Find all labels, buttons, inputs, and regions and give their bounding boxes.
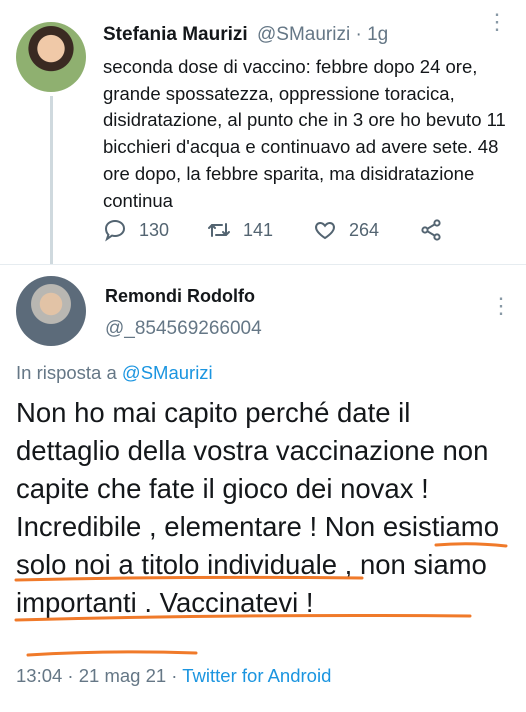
reply-button[interactable]: 130	[103, 218, 169, 242]
tweet-divider	[0, 264, 526, 265]
like-count: 264	[349, 219, 380, 240]
like-button[interactable]: 264	[313, 218, 379, 242]
tweet-time[interactable]: 1g	[367, 24, 388, 45]
retweet-icon	[208, 223, 230, 237]
thread-connector-line	[50, 96, 53, 264]
retweet-button[interactable]: 141	[207, 218, 273, 242]
tweet-timestamp-line: 13:04 · 21 mag 21 · Twitter for Android	[16, 665, 331, 687]
author-handle[interactable]: @_854569266004	[105, 318, 262, 340]
author-name[interactable]: Stefania Maurizi	[103, 24, 248, 46]
author-handle[interactable]: @SMaurizi	[257, 24, 350, 45]
reply-mention-link[interactable]: @SMaurizi	[122, 362, 213, 383]
reply-icon	[104, 219, 126, 242]
reply-count: 130	[139, 219, 170, 240]
share-icon	[421, 219, 441, 241]
client-app-link[interactable]: Twitter for Android	[182, 665, 331, 686]
author-name[interactable]: Remondi Rodolfo	[105, 286, 255, 307]
more-options-icon[interactable]: ⋮	[490, 295, 512, 317]
author-meta: @SMaurizi · 1g	[257, 24, 388, 46]
reply-prefix: In risposta a	[16, 362, 117, 383]
meta-separator: ·	[355, 24, 362, 45]
tweet-text: Non ho mai capito perché date il dettagl…	[16, 397, 500, 618]
retweet-count: 141	[243, 219, 274, 240]
reply-context: In risposta a @SMaurizi	[16, 362, 213, 384]
share-button[interactable]	[419, 218, 455, 242]
heart-icon	[315, 221, 335, 240]
tweet-actions: 130 141 264	[103, 218, 503, 246]
tweet-text: seconda dose di vaccino: febbre dopo 24 …	[103, 56, 506, 211]
more-options-icon[interactable]: ⋮	[486, 11, 508, 33]
avatar-stefania-maurizi[interactable]	[16, 22, 86, 92]
avatar-remondi-rodolfo[interactable]	[16, 276, 86, 346]
tweet-timestamp[interactable]: 13:04 · 21 mag 21 ·	[16, 665, 182, 686]
underline-vaccinatevi	[26, 650, 198, 657]
